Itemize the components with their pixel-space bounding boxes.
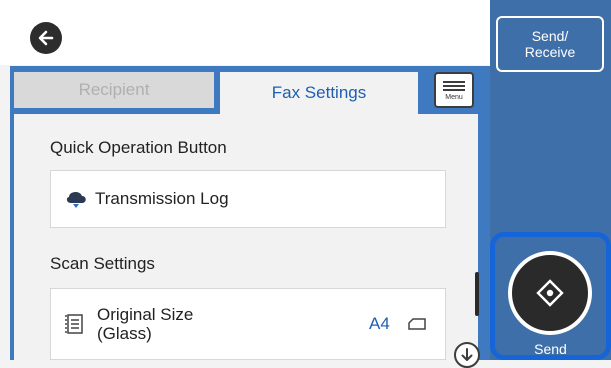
tab-recipient-label: Recipient [78,80,150,99]
paper-orientation-icon [408,318,426,330]
original-size-icon [65,314,83,334]
transmission-log-button[interactable]: Transmission Log [50,170,446,228]
send-receive-label: Send/ Receive [524,28,576,60]
right-panel: Send/ Receive Send [490,0,611,360]
settings-list: Quick Operation Button Transmission Log … [14,114,479,360]
send-receive-button[interactable]: Send/ Receive [496,16,604,72]
tab-fax-settings-label: Fax Settings [271,83,367,102]
transmission-log-icon [66,191,86,208]
section-title-quick-operation: Quick Operation Button [50,138,227,157]
top-bar [0,0,490,65]
tab-recipient[interactable]: Recipient [14,72,214,108]
menu-icon [443,79,465,93]
tab-fax-settings[interactable]: Fax Settings [220,72,418,114]
original-size-sublabel: (Glass) [97,324,152,343]
scroll-down-button[interactable] [454,342,480,368]
menu-button[interactable]: Menu [434,72,474,108]
back-button[interactable] [30,22,62,54]
main-panel: Recipient Fax Settings Menu Quick Operat… [10,66,490,368]
start-diamond-icon [536,279,564,307]
scrollbar-thumb[interactable] [475,272,479,316]
send-button-highlight: Send [490,232,611,360]
back-arrow-icon [38,30,54,46]
original-size-setting[interactable]: Original Size (Glass) A4 [50,288,446,360]
section-title-scan-settings: Scan Settings [50,254,155,273]
send-label: Send [534,341,567,357]
original-size-label: Original Size [97,305,194,324]
transmission-log-label: Transmission Log [95,189,229,208]
menu-label: Menu [445,94,463,101]
original-size-value: A4 [369,314,390,333]
send-button[interactable] [508,251,592,335]
